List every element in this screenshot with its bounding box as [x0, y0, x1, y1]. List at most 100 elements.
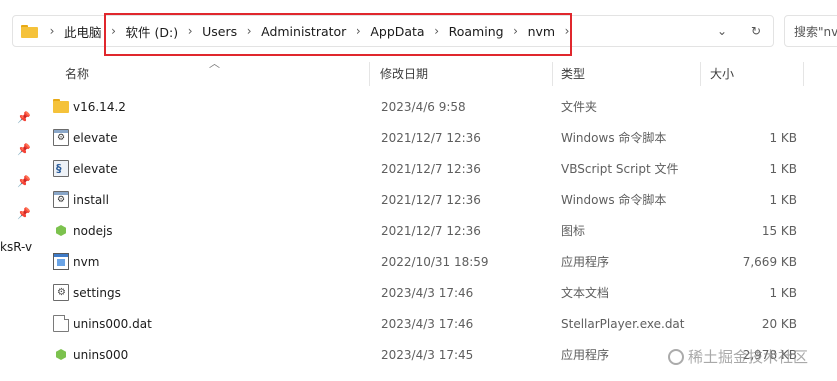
- search-placeholder: 搜索"nvm": [794, 24, 837, 39]
- file-row[interactable]: ⚙ settings 2023/4/3 17:46 文本文档 1 KB: [33, 277, 837, 308]
- file-size: 1 KB: [769, 130, 797, 145]
- file-name: elevate: [73, 161, 118, 176]
- file-row[interactable]: nodejs 2021/12/7 12:36 图标 15 KB: [33, 215, 837, 246]
- file-size: 1 KB: [769, 285, 797, 300]
- breadcrumb-label: Administrator: [261, 23, 347, 39]
- file-size: 15 KB: [761, 223, 797, 238]
- file-type: 文本文档: [561, 286, 610, 300]
- file-size: [710, 91, 797, 122]
- column-label: 修改日期: [380, 66, 429, 81]
- file-name: nvm: [73, 254, 100, 269]
- nav-item-label[interactable]: ksR-v: [0, 240, 32, 254]
- file-type: 图标: [561, 224, 586, 238]
- blank-document-icon: [53, 315, 69, 332]
- file-type: 应用程序: [561, 348, 610, 362]
- breadcrumb-item-nvm[interactable]: nvm: [528, 16, 556, 46]
- file-row[interactable]: § elevate 2021/12/7 12:36 VBScript Scrip…: [33, 153, 837, 184]
- chevron-right-icon[interactable]: ›: [425, 24, 449, 38]
- file-modified: 2023/4/3 17:46: [381, 316, 474, 331]
- column-label: 名称: [65, 66, 90, 81]
- watermark-logo-icon: [668, 348, 684, 365]
- file-type: Windows 命令脚本: [561, 193, 667, 207]
- file-modified: 2023/4/3 17:45: [381, 347, 474, 362]
- chevron-down-icon[interactable]: ⌄: [705, 16, 739, 46]
- cmd-script-icon: ⚙: [53, 191, 69, 208]
- column-header-row: ︿ 名称 修改日期 类型 大小: [33, 57, 837, 88]
- file-size: 1 KB: [769, 161, 797, 176]
- file-row[interactable]: ⚙ install 2021/12/7 12:36 Windows 命令脚本 1…: [33, 184, 837, 215]
- file-modified: 2021/12/7 12:36: [381, 161, 481, 176]
- breadcrumb-label: AppData: [370, 23, 425, 39]
- pin-icon[interactable]: 📌: [17, 144, 31, 156]
- breadcrumb: › 此电脑 › 软件 (D:) › Users › Administrator …: [13, 16, 579, 46]
- file-name: settings: [73, 285, 121, 300]
- file-modified: 2021/12/7 12:36: [381, 130, 481, 145]
- file-name: nodejs: [73, 223, 113, 238]
- chevron-right-icon[interactable]: ›: [40, 24, 64, 38]
- column-divider[interactable]: [369, 62, 370, 86]
- column-header-modified[interactable]: 修改日期: [380, 58, 428, 88]
- column-divider[interactable]: [700, 62, 701, 86]
- file-type: 文件夹: [561, 100, 598, 114]
- breadcrumb-item-roaming[interactable]: Roaming: [449, 16, 504, 46]
- column-header-size[interactable]: 大小: [710, 58, 734, 88]
- column-divider[interactable]: [552, 62, 553, 86]
- file-row[interactable]: unins000.dat 2023/4/3 17:46 StellarPlaye…: [33, 308, 837, 339]
- breadcrumb-label: Roaming: [448, 23, 504, 39]
- file-type: Windows 命令脚本: [561, 131, 667, 145]
- breadcrumb-item-users[interactable]: Users: [202, 16, 237, 46]
- refresh-icon[interactable]: ↻: [739, 16, 773, 46]
- column-label: 类型: [561, 66, 586, 81]
- breadcrumb-item-appdata[interactable]: AppData: [370, 16, 424, 46]
- file-modified: 2023/4/6 9:58: [381, 99, 466, 114]
- file-row[interactable]: nvm 2022/10/31 18:59 应用程序 7,669 KB: [33, 246, 837, 277]
- chevron-right-icon[interactable]: ›: [504, 24, 528, 38]
- file-modified: 2021/12/7 12:36: [381, 223, 481, 238]
- breadcrumb-label: nvm: [527, 23, 556, 39]
- chevron-right-icon[interactable]: ›: [237, 24, 261, 38]
- folder-icon: [53, 98, 69, 115]
- breadcrumb-item-this-pc[interactable]: 此电脑: [64, 16, 102, 46]
- nodejs-icon: [53, 222, 69, 239]
- breadcrumb-item-administrator[interactable]: Administrator: [261, 16, 346, 46]
- settings-file-icon: ⚙: [53, 284, 69, 301]
- column-label: 大小: [710, 66, 735, 81]
- file-type: VBScript Script 文件: [561, 162, 679, 176]
- column-header-type[interactable]: 类型: [561, 58, 585, 88]
- pin-icon[interactable]: 📌: [17, 176, 31, 188]
- file-modified: 2022/10/31 18:59: [381, 254, 489, 269]
- navigation-pane: 📌 📌 📌 📌 ksR-v: [0, 56, 33, 381]
- folder-icon: [21, 24, 38, 38]
- breadcrumb-item-drive-d[interactable]: 软件 (D:): [126, 16, 179, 46]
- address-bar[interactable]: › 此电脑 › 软件 (D:) › Users › Administrator …: [12, 15, 774, 47]
- file-name: elevate: [73, 130, 118, 145]
- file-name: unins000: [73, 347, 129, 362]
- watermark: 稀土掘金技术社区: [668, 346, 808, 367]
- application-icon: [53, 253, 69, 270]
- file-name: install: [73, 192, 109, 207]
- pin-icon[interactable]: 📌: [17, 208, 31, 220]
- file-size: 20 KB: [761, 316, 797, 331]
- chevron-right-icon[interactable]: ›: [178, 24, 202, 38]
- file-size: 1 KB: [769, 192, 797, 207]
- breadcrumb-label: Users: [202, 23, 238, 39]
- file-type: StellarPlayer.exe.dat: [561, 316, 685, 331]
- sort-ascending-icon: ︿: [209, 57, 220, 70]
- watermark-text: 稀土掘金技术社区: [688, 348, 809, 366]
- vbscript-icon: §: [53, 160, 69, 177]
- column-header-name[interactable]: 名称: [65, 58, 89, 88]
- column-divider[interactable]: [803, 62, 804, 86]
- file-name: v16.14.2: [73, 99, 126, 114]
- chevron-right-icon[interactable]: ›: [346, 24, 370, 38]
- breadcrumb-label: 软件 (D:): [125, 24, 179, 40]
- file-name: unins000.dat: [73, 316, 152, 331]
- chevron-right-icon[interactable]: ›: [102, 24, 126, 38]
- chevron-right-icon[interactable]: ›: [555, 24, 579, 38]
- pin-icon[interactable]: 📌: [17, 112, 31, 124]
- breadcrumb-label: 此电脑: [64, 24, 102, 40]
- file-row[interactable]: ⚙ elevate 2021/12/7 12:36 Windows 命令脚本 1…: [33, 122, 837, 153]
- file-size: 7,669 KB: [742, 254, 797, 269]
- nodejs-icon: [53, 346, 69, 363]
- search-input[interactable]: 搜索"nvm": [784, 15, 837, 47]
- file-row[interactable]: v16.14.2 2023/4/6 9:58 文件夹: [33, 91, 837, 122]
